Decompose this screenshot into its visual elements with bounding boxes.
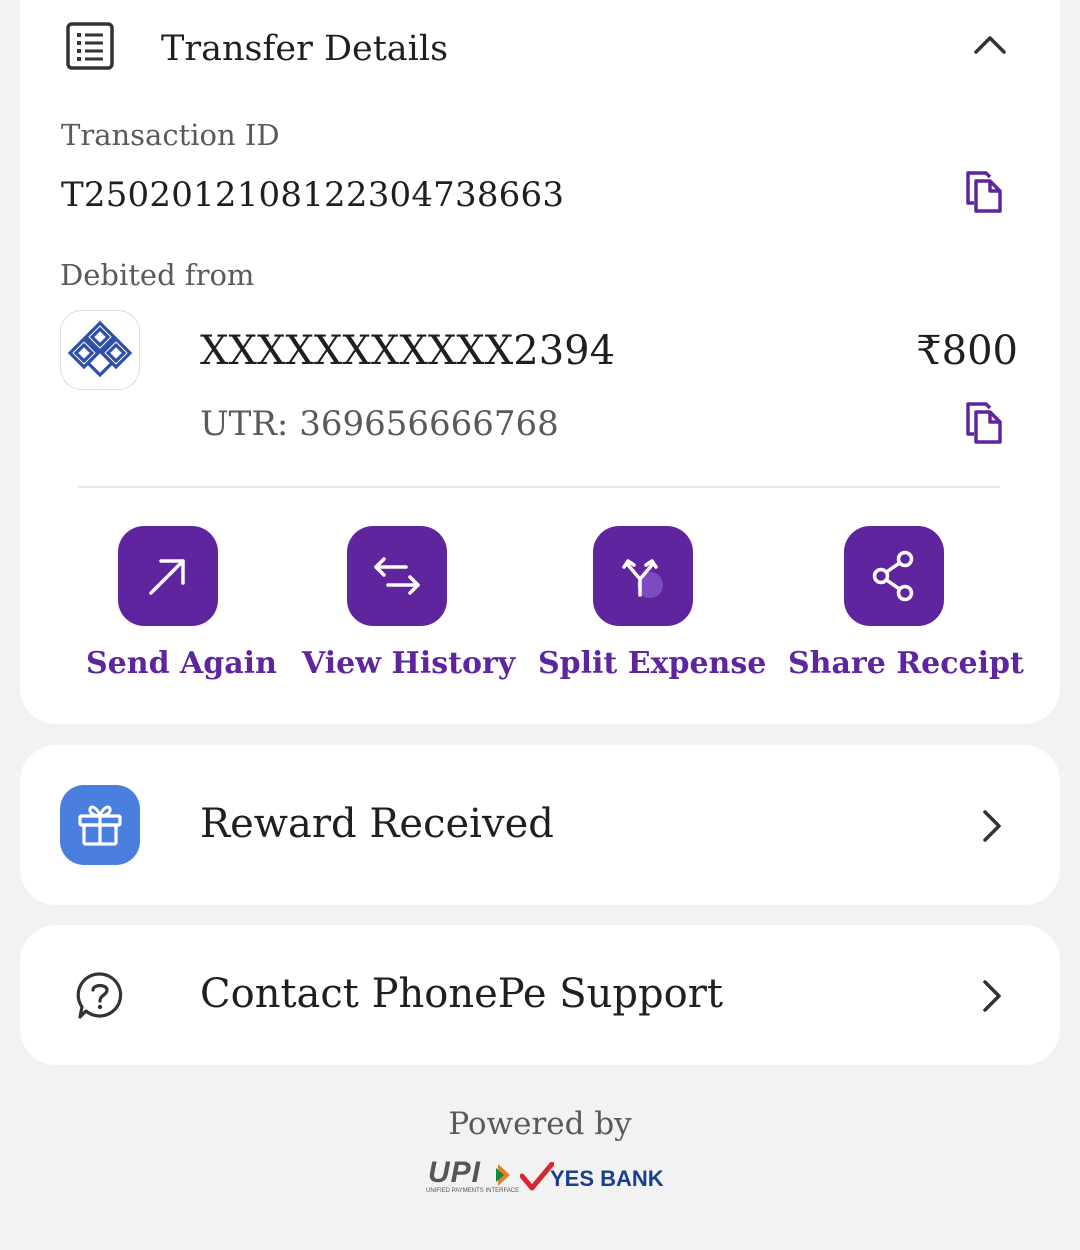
reward-received-row[interactable]: Reward Received xyxy=(20,745,1060,905)
transfer-details-card: Transfer Details Transaction ID T2502012… xyxy=(20,0,1060,724)
powered-by-label: Powered by xyxy=(448,1106,632,1142)
split-expense-label[interactable]: Split Expense xyxy=(538,646,766,681)
swap-arrows-icon xyxy=(374,557,420,595)
view-history-button[interactable] xyxy=(347,526,447,626)
share-receipt-label[interactable]: Share Receipt xyxy=(788,646,1024,681)
transaction-id-value: T2502012108122304738663 xyxy=(61,175,565,215)
upi-tagline: UNIFIED PAYMENTS INTERFACE xyxy=(426,1188,520,1194)
contact-support-row[interactable]: Contact PhonePe Support xyxy=(20,925,1060,1065)
bank-emblem-icon xyxy=(67,321,133,378)
bank-logo xyxy=(60,310,140,390)
tick-icon xyxy=(520,1162,554,1191)
gift-icon xyxy=(78,805,122,846)
copy-transaction-id-icon[interactable] xyxy=(964,171,1004,217)
transfer-details-title: Transfer Details xyxy=(161,29,449,69)
reward-received-title: Reward Received xyxy=(200,801,554,847)
share-icon xyxy=(872,550,914,602)
share-receipt-button[interactable] xyxy=(844,526,944,626)
upi-logo-text: UPI xyxy=(428,1156,482,1189)
send-again-label[interactable]: Send Again xyxy=(86,646,277,681)
copy-utr-icon[interactable] xyxy=(964,402,1004,448)
account-number: XXXXXXXXXXX2394 xyxy=(200,328,616,374)
split-icon xyxy=(622,559,663,598)
transfer-details-header[interactable]: Transfer Details xyxy=(20,0,1060,80)
send-again-button[interactable] xyxy=(118,526,218,626)
view-history-label[interactable]: View History xyxy=(302,646,515,681)
arrow-up-right-icon xyxy=(149,559,185,595)
chevron-right-icon[interactable] xyxy=(982,979,1002,1017)
debited-from-label: Debited from xyxy=(60,258,255,292)
help-icon xyxy=(76,971,124,1025)
yes-bank-text: YES BANK xyxy=(550,1166,664,1191)
upi-logo: UPI UNIFIED PAYMENTS INTERFACE xyxy=(424,1156,520,1198)
details-list-icon xyxy=(66,22,114,74)
partner-logos: UPI UNIFIED PAYMENTS INTERFACE YES BANK xyxy=(424,1156,664,1198)
divider xyxy=(78,486,1000,488)
reward-badge xyxy=(60,785,140,865)
contact-support-title: Contact PhonePe Support xyxy=(200,971,723,1017)
debit-amount: ₹800 xyxy=(916,328,1018,374)
split-expense-button[interactable] xyxy=(593,526,693,626)
chevron-up-icon[interactable] xyxy=(974,34,1006,58)
chevron-right-icon[interactable] xyxy=(982,809,1002,847)
transaction-id-label: Transaction ID xyxy=(61,118,280,152)
utr-number: UTR: 369656666768 xyxy=(200,404,559,444)
yes-bank-logo: YES BANK xyxy=(520,1162,664,1196)
upi-arrow-icon xyxy=(496,1164,510,1186)
